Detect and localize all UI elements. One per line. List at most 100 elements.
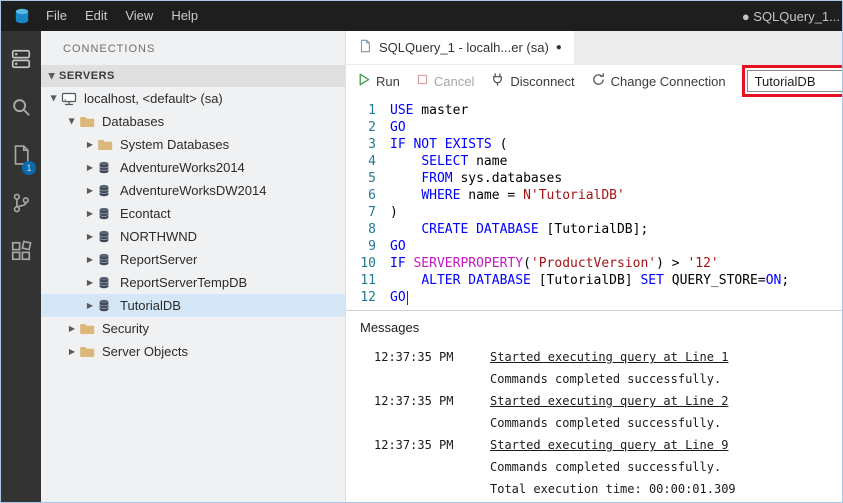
database-icon bbox=[97, 229, 115, 244]
activity-extensions[interactable] bbox=[1, 229, 41, 277]
tab-sqlquery-1[interactable]: SQLQuery_1 - localh...er (sa) ● bbox=[346, 31, 574, 64]
query-toolbar: Run Cancel Disconnect Change Connection … bbox=[346, 65, 842, 97]
code-token: FROM bbox=[421, 171, 453, 186]
servers-icon bbox=[10, 48, 32, 75]
tree-item-label: Server Objects bbox=[102, 344, 188, 359]
tree-item-label: localhost, <default> (sa) bbox=[84, 91, 223, 106]
servers-section-header[interactable]: ▶ SERVERS bbox=[41, 65, 345, 87]
message-link[interactable]: Started executing query at Line 2 bbox=[490, 390, 842, 412]
tree-item-tutorialdb[interactable]: ▶ TutorialDB bbox=[41, 294, 345, 317]
code-line[interactable]: GO bbox=[390, 289, 842, 306]
code-token: SERVERPROPERTY bbox=[413, 256, 524, 271]
tree-item-localhost-default-sa[interactable]: ▶ localhost, <default> (sa) bbox=[41, 87, 345, 110]
message-result: Commands completed successfully. bbox=[490, 372, 722, 386]
line-number: 8 bbox=[368, 222, 376, 237]
chevron-down-icon: ▶ bbox=[49, 95, 59, 102]
main-area: 1 CONNECTIONS ▶ SERVERS ▶ localhost, <def… bbox=[1, 31, 842, 502]
menu-view[interactable]: View bbox=[116, 8, 162, 23]
code-line[interactable]: IF SERVERPROPERTY('ProductVersion') > '1… bbox=[390, 255, 842, 272]
line-number: 3 bbox=[368, 137, 376, 152]
connections-sidebar: CONNECTIONS ▶ SERVERS ▶ localhost, <defau… bbox=[41, 31, 346, 502]
branch-icon bbox=[10, 192, 32, 219]
tree-item-system-databases[interactable]: ▶ System Databases bbox=[41, 133, 345, 156]
message-row: Commands completed successfully. bbox=[374, 456, 842, 478]
run-button[interactable]: Run bbox=[356, 72, 400, 90]
message-time: 12:37:35 PM bbox=[374, 350, 454, 364]
line-number: 6 bbox=[368, 188, 376, 203]
activity-source-control[interactable] bbox=[1, 181, 41, 229]
code-line[interactable]: ) bbox=[390, 204, 842, 221]
tab-label: SQLQuery_1 - localh...er (sa) bbox=[379, 40, 549, 55]
chevron-right-icon: ▶ bbox=[86, 232, 94, 241]
message-time bbox=[374, 478, 482, 500]
code-token: SELECT bbox=[421, 154, 469, 169]
message-time bbox=[374, 456, 482, 478]
tree-item-security[interactable]: ▶ Security bbox=[41, 317, 345, 340]
change-connection-button[interactable]: Change Connection bbox=[591, 72, 726, 90]
editor-column: SQLQuery_1 - localh...er (sa) ● Run Canc… bbox=[346, 31, 842, 502]
sidebar-title: CONNECTIONS bbox=[63, 43, 156, 55]
activity-connections[interactable] bbox=[1, 37, 41, 85]
line-number: 12 bbox=[360, 290, 376, 305]
cancel-label: Cancel bbox=[433, 73, 475, 89]
folder-icon bbox=[79, 321, 97, 337]
dirty-indicator: ● bbox=[555, 42, 562, 53]
refresh-connection-icon bbox=[591, 72, 606, 90]
menu-help[interactable]: Help bbox=[162, 8, 207, 23]
code-line[interactable]: WHERE name = N'TutorialDB' bbox=[390, 187, 842, 204]
activity-search[interactable] bbox=[1, 85, 41, 133]
code-editor[interactable]: 1 2 3 4 5 6 7 8 9 10 11 12 USE master GO IF NOT EXIST… bbox=[346, 97, 842, 310]
disconnect-button[interactable]: Disconnect bbox=[490, 72, 575, 90]
code-token: ALTER DATABASE bbox=[421, 273, 531, 288]
cancel-button[interactable]: Cancel bbox=[416, 73, 474, 89]
tree-item-econtact[interactable]: ▶ Econtact bbox=[41, 202, 345, 225]
message-link[interactable]: Started executing query at Line 1 bbox=[490, 346, 842, 368]
tree-item-server-objects[interactable]: ▶ Server Objects bbox=[41, 340, 345, 363]
run-icon bbox=[356, 72, 371, 90]
tree-item-adventureworks2014[interactable]: ▶ AdventureWorks2014 bbox=[41, 156, 345, 179]
code-token: name = bbox=[460, 188, 524, 203]
code-line[interactable]: IF NOT EXISTS ( bbox=[390, 136, 842, 153]
code-line[interactable]: SELECT name bbox=[390, 153, 842, 170]
activity-task-history[interactable]: 1 bbox=[1, 133, 41, 181]
folder-icon bbox=[97, 137, 115, 153]
chevron-right-icon: ▶ bbox=[86, 140, 94, 149]
code-line[interactable]: FROM sys.databases bbox=[390, 170, 842, 187]
chevron-right-icon: ▶ bbox=[68, 347, 76, 356]
message-link[interactable]: Started executing query at Line 9 bbox=[490, 434, 842, 456]
database-dropdown[interactable]: TutorialDB ▼ bbox=[746, 70, 842, 92]
menu-file[interactable]: File bbox=[37, 8, 76, 23]
tree-item-label: NORTHWND bbox=[120, 229, 198, 244]
code-line[interactable]: ALTER DATABASE [TutorialDB] SET QUERY_ST… bbox=[390, 272, 842, 289]
servers-section-label: SERVERS bbox=[59, 70, 115, 82]
code-line[interactable]: GO bbox=[390, 238, 842, 255]
database-icon bbox=[97, 206, 115, 221]
message-result: Commands completed successfully. bbox=[490, 416, 722, 430]
code-line[interactable]: CREATE DATABASE [TutorialDB]; bbox=[390, 221, 842, 238]
code-token: sys.databases bbox=[452, 171, 563, 186]
tree-item-databases[interactable]: ▶ Databases bbox=[41, 110, 345, 133]
database-icon bbox=[97, 160, 115, 175]
message-row: 12:37:35 PM Started executing query at Li… bbox=[374, 346, 842, 368]
code-line[interactable]: USE master bbox=[390, 102, 842, 119]
message-row: 12:37:35 PM Started executing query at Li… bbox=[374, 390, 842, 412]
tree-item-reportserver[interactable]: ▶ ReportServer bbox=[41, 248, 345, 271]
code-token: IF NOT EXISTS bbox=[390, 137, 492, 152]
menu-edit[interactable]: Edit bbox=[76, 8, 116, 23]
code-token: GO bbox=[390, 120, 406, 135]
code-token: N'TutorialDB' bbox=[523, 188, 625, 203]
code-token: SET bbox=[640, 273, 664, 288]
tree-item-reportservertempdb[interactable]: ▶ ReportServerTempDB bbox=[41, 271, 345, 294]
annotation-highlight-box: TutorialDB ▼ bbox=[741, 65, 842, 97]
folder-icon bbox=[79, 344, 97, 360]
chevron-right-icon: ▶ bbox=[86, 186, 94, 195]
change-connection-label: Change Connection bbox=[610, 73, 726, 89]
code-line[interactable]: GO bbox=[390, 119, 842, 136]
window-title: ● SQLQuery_1... bbox=[741, 8, 840, 24]
activity-bar: 1 bbox=[1, 31, 41, 502]
line-number: 1 bbox=[368, 103, 376, 118]
tree-item-adventureworksdw2014[interactable]: ▶ AdventureWorksDW2014 bbox=[41, 179, 345, 202]
tree-item-label: TutorialDB bbox=[120, 298, 181, 313]
server-icon bbox=[61, 91, 79, 107]
tree-item-northwnd[interactable]: ▶ NORTHWND bbox=[41, 225, 345, 248]
